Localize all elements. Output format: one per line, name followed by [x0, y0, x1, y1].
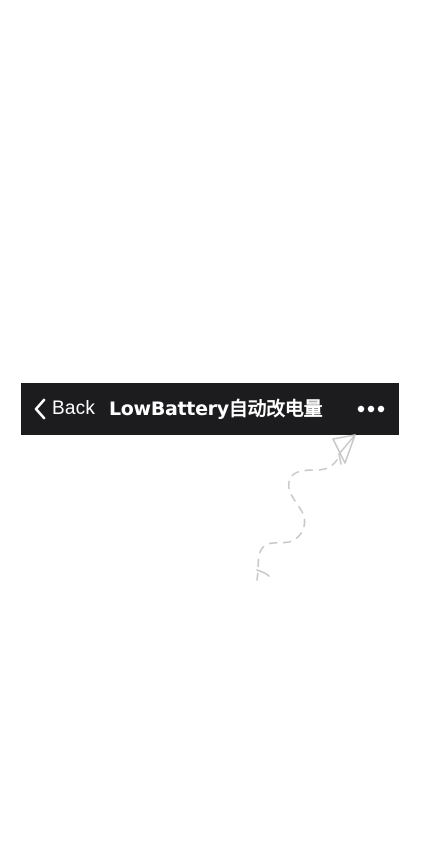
chevron-left-icon	[34, 398, 46, 420]
back-button[interactable]: Back	[33, 383, 95, 435]
page-title: LowBattery自动改电量	[109, 398, 323, 420]
page: Back LowBattery自动改电量	[0, 0, 421, 846]
back-label: Back	[52, 398, 96, 419]
navigation-bar: Back LowBattery自动改电量	[21, 383, 399, 435]
paper-plane-dashed-trail-icon	[256, 434, 356, 581]
more-dots-icon	[357, 405, 385, 413]
more-button[interactable]	[357, 383, 385, 435]
